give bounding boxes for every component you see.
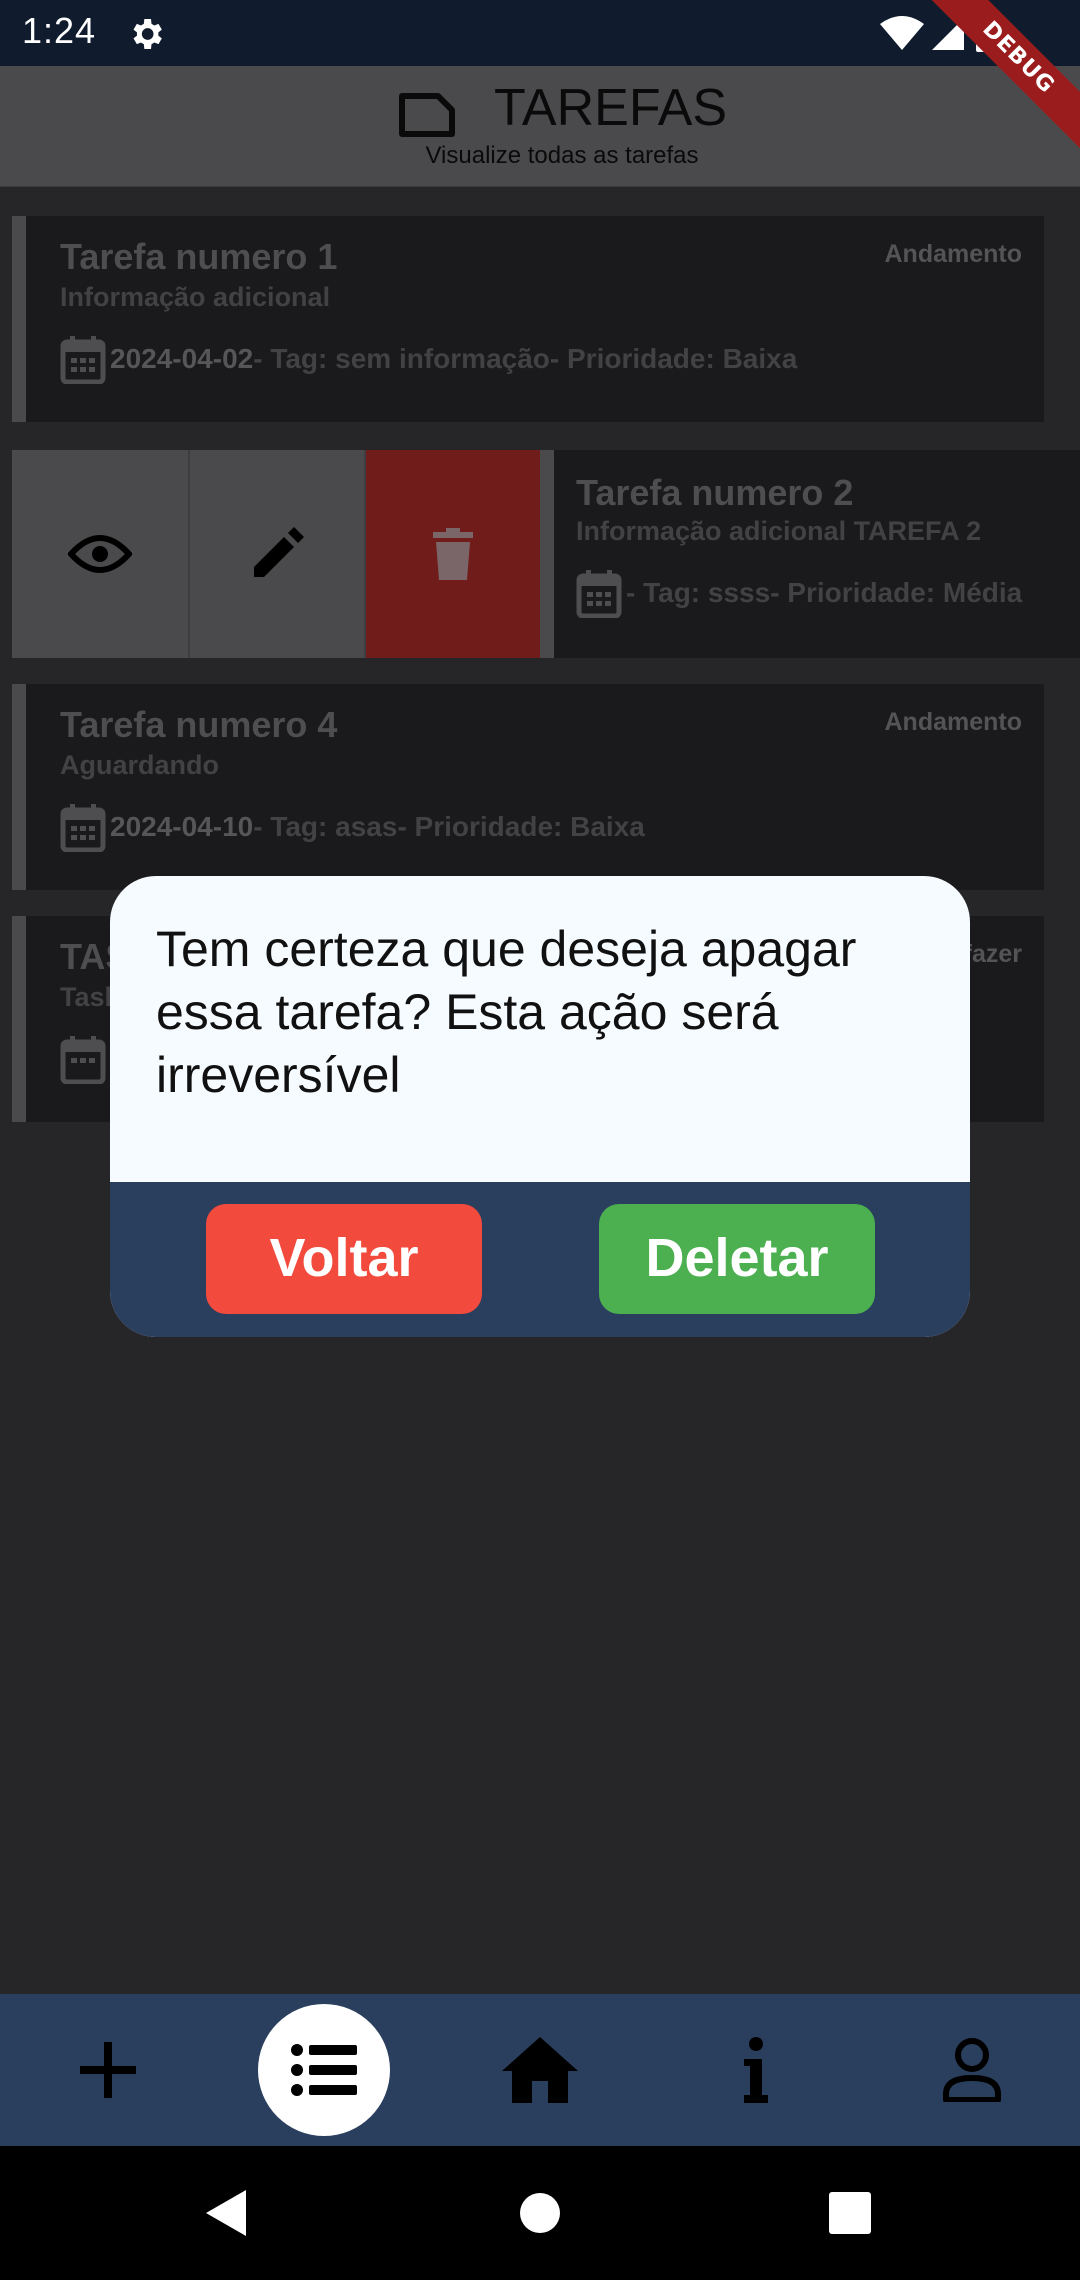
nav-add[interactable] xyxy=(38,1994,178,2146)
add-icon xyxy=(80,2042,136,2098)
nav-info[interactable] xyxy=(686,1994,826,2146)
view-task-button[interactable] xyxy=(12,450,188,658)
task-info: Informação adicional xyxy=(60,282,331,312)
task-meta: - Tag: ssss - Prioridade: Média xyxy=(576,568,1022,618)
task-priority: - Prioridade: Média xyxy=(770,577,1023,608)
task-card[interactable]: Tarefa numero 2 Informação adicional TAR… xyxy=(554,450,1080,658)
system-back-button[interactable] xyxy=(166,2146,286,2280)
status-time: 1:24 xyxy=(22,10,97,51)
delete-task-button[interactable] xyxy=(364,450,540,658)
task-status: Andamento xyxy=(884,708,1023,736)
task-status: fazer xyxy=(963,940,1022,968)
back-triangle-icon xyxy=(206,2190,246,2236)
status-bar: 1:24 xyxy=(0,0,1080,66)
bottom-nav xyxy=(0,1994,1080,2146)
nav-home[interactable] xyxy=(470,1994,610,2146)
system-nav-bar xyxy=(0,2146,1080,2280)
page-subtitle: Visualize todas as tarefas xyxy=(425,142,699,169)
app-header: TAREFAS Visualize todas as tarefas xyxy=(0,66,1080,187)
calendar-icon xyxy=(60,336,106,384)
task-title: Tarefa numero 4 xyxy=(60,704,338,745)
task-date: 2024-04-02 xyxy=(110,343,254,374)
delete-button[interactable]: Deletar xyxy=(599,1204,875,1314)
task-date: 2024-04-10 xyxy=(110,811,254,842)
settings-gear-icon xyxy=(133,19,162,49)
task-status: Andamento xyxy=(884,240,1023,268)
trash-icon xyxy=(433,528,473,580)
list-icon xyxy=(291,2044,357,2096)
swipe-actions xyxy=(12,450,555,658)
info-icon xyxy=(744,2037,768,2103)
task-card[interactable]: Tarefa numero 1 Informação adicional And… xyxy=(12,216,1044,422)
task-title: Tarefa numero 2 xyxy=(576,472,854,513)
page-title: TAREFAS xyxy=(494,79,728,137)
pencil-icon xyxy=(254,527,304,577)
task-meta: 2024-04-10 - Tag: asas - Prioridade: Bai… xyxy=(60,802,645,852)
document-icon xyxy=(399,93,455,137)
nav-list[interactable] xyxy=(254,1994,394,2146)
dialog-actions: Voltar Deletar xyxy=(110,1182,970,1337)
task-card[interactable]: Tarefa numero 4 Aguardando Andamento 202… xyxy=(12,684,1044,890)
task-tag: - Tag: sem informação xyxy=(253,343,550,374)
task-priority: - Prioridade: Baixa xyxy=(397,811,645,842)
delete-confirm-dialog: Tem certeza que deseja apagar essa taref… xyxy=(110,876,970,1337)
home-circle-icon xyxy=(520,2193,560,2233)
home-icon xyxy=(502,2037,578,2103)
person-icon xyxy=(943,2038,1001,2102)
task-info: Informação adicional TAREFA 2 xyxy=(576,516,982,546)
dialog-message: Tem certeza que deseja apagar essa taref… xyxy=(156,921,857,1103)
recents-square-icon xyxy=(829,2192,871,2234)
calendar-icon xyxy=(60,1036,106,1084)
calendar-icon xyxy=(60,804,106,852)
calendar-icon xyxy=(576,570,622,618)
task-priority: - Prioridade: Baixa xyxy=(549,343,798,374)
swiped-card-edge xyxy=(540,450,554,658)
task-title: Tarefa numero 1 xyxy=(60,236,338,277)
system-home-button[interactable] xyxy=(480,2146,600,2280)
eye-icon xyxy=(68,535,132,573)
system-recents-button[interactable] xyxy=(790,2146,910,2280)
back-button[interactable]: Voltar xyxy=(206,1204,482,1314)
wifi-icon xyxy=(880,16,924,50)
task-tag: - Tag: asas xyxy=(253,811,398,842)
edit-task-button[interactable] xyxy=(188,450,364,658)
task-tag: - Tag: ssss xyxy=(626,577,771,608)
task-meta: 2024-04-02 - Tag: sem informação - Prior… xyxy=(60,334,797,384)
task-info: Aguardando xyxy=(60,750,219,780)
nav-profile[interactable] xyxy=(902,1994,1042,2146)
